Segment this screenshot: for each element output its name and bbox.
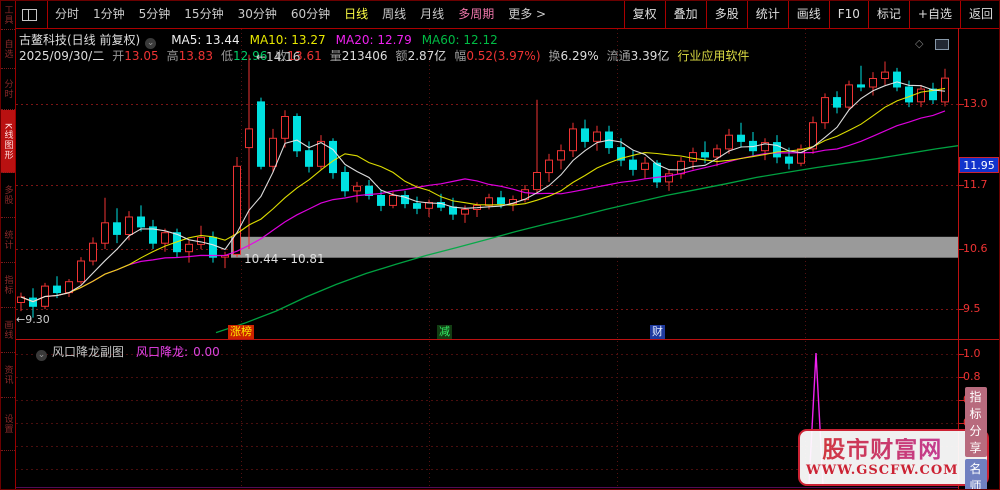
sub-indicator-label: 风口降龙: — [136, 345, 189, 359]
panel-maximize-icon[interactable] — [935, 39, 949, 50]
quote-date: 2025/09/30/二 — [19, 49, 105, 63]
watermark: 股市财富网 WWW.GSCFW.COM 指标分享名师课程 — [798, 386, 989, 489]
gap-band — [231, 236, 958, 258]
last-price-badge: 11.95 — [959, 157, 999, 173]
sub-indicator-value: 0.00 — [193, 345, 220, 359]
watermark-text: 股市财富网 WWW.GSCFW.COM — [806, 437, 959, 478]
axis-price-label: 9.5 — [963, 302, 981, 315]
quote-field-label: 换 — [548, 49, 561, 63]
quote-field-value: 13.83 — [178, 49, 213, 63]
chevron-down-icon[interactable]: ⌄ — [36, 350, 47, 361]
quote-field-label: 额 — [395, 49, 408, 63]
event-tag[interactable]: 减 — [437, 325, 452, 339]
quote-field-label: 量 — [329, 49, 342, 63]
quote-field-value: 213406 — [341, 49, 388, 63]
quote-field-value: 0.52(3.97%) — [466, 49, 541, 63]
quote-field-label: 高 — [166, 49, 179, 63]
diamond-icon[interactable]: ◇ — [915, 37, 923, 50]
quote-field-label: 幅 — [454, 49, 467, 63]
trading-app-window: 工具 自选 分时 K线图形 多股 统计 指标 画线 资讯 设置 分时 1分钟 5分钟 15分钟 30分钟 6… — [0, 0, 1000, 490]
axis-price-label: 13.0 — [963, 97, 988, 110]
quote-field-label: 开 — [112, 49, 125, 63]
quote-field-value: 2.87亿 — [407, 49, 447, 63]
watermark-badges: 指标分享名师课程 — [964, 385, 987, 489]
quote-field-label: 低 — [220, 49, 233, 63]
ma-value: MA20: 12.79 — [335, 33, 412, 47]
kline-chart-canvas[interactable] — [1, 1, 1000, 490]
watermark-badge: 名师课程 — [964, 458, 987, 489]
event-tag[interactable]: 涨榜 — [228, 325, 254, 339]
quote-field-value: 3.39亿 — [630, 49, 670, 63]
event-tag[interactable]: 财 — [650, 325, 665, 339]
watermark-url: WWW.GSCFW.COM — [806, 462, 959, 478]
quote-field-value: 13.05 — [124, 49, 159, 63]
annotation-low-price: ←9.30 — [16, 313, 50, 326]
sub-indicator-title[interactable]: 风口降龙副图 — [52, 345, 124, 359]
axis-price-label: 0.8 — [963, 370, 981, 383]
annotation-high-price: ←14.16 — [256, 50, 301, 64]
sub-indicator-header: ⌄ 风口降龙副图 风口降龙: 0.00 — [31, 343, 220, 361]
axis-price-label: 11.7 — [963, 178, 988, 191]
quote-line: 2025/09/30/二 开13.05 高13.83 低12.96 收13.61 量213… — [19, 47, 749, 64]
ma-value: MA5: 13.44 — [171, 33, 240, 47]
stock-title[interactable]: 古鳌科技(日线 前复权) — [19, 33, 140, 47]
watermark-badge: 指标分享 — [964, 386, 987, 457]
axis-price-label: 1.0 — [963, 347, 981, 360]
quote-field-value: 6.29% — [560, 49, 599, 63]
ma-value: MA60: 12.12 — [421, 33, 498, 47]
axis-price-label: 10.6 — [963, 242, 988, 255]
ma-value: MA10: 13.27 — [249, 33, 326, 47]
watermark-site-name: 股市财富网 — [806, 437, 959, 463]
quote-field-value: 行业应用软件 — [677, 49, 750, 63]
quote-field-label: 流通 — [606, 49, 631, 63]
annotation-gap-range: 10.44 - 10.81 — [244, 252, 325, 266]
